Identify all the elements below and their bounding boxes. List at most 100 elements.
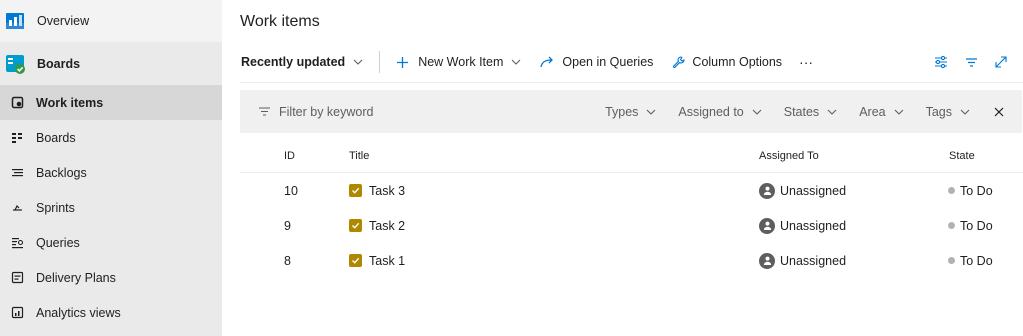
work-item-title-cell: Task 1 [349,243,405,278]
wrench-icon [673,55,685,68]
table-row[interactable]: 8 Task 1 Unassigned To Do [222,243,1023,278]
chevron-down-icon [512,59,521,65]
sidebar-item-label: Delivery Plans [36,270,116,285]
column-header-assigned-to[interactable]: Assigned To [759,150,819,162]
column-options-label: Column Options [692,55,783,69]
sidebar-item-label: Work items [36,95,104,110]
queries-icon [10,236,24,250]
chevron-down-icon [752,109,762,115]
column-header-title[interactable]: Title [349,150,369,162]
view-selector-button[interactable]: Recently updated [241,55,363,69]
close-icon[interactable] [994,107,1004,117]
sidebar-item-sprints[interactable]: Sprints [0,190,222,225]
task-icon [349,254,362,267]
work-item-id: 10 [284,183,298,198]
work-item-id: 9 [284,218,291,233]
overview-icon [6,13,24,29]
filter-bar: Filter by keyword Types Assigned to Stat… [240,90,1022,133]
filter-pill-label: Types [605,104,639,119]
assigned-to-cell: Unassigned [759,173,846,208]
work-item-title-link[interactable]: Task 1 [369,254,405,268]
sidebar-item-delivery-plans[interactable]: Delivery Plans [0,260,222,295]
open-in-queries-label: Open in Queries [562,55,654,69]
sidebar-item-boards[interactable]: Boards [0,120,222,155]
view-options-icon[interactable] [934,55,948,69]
filter-types-dropdown[interactable]: Types [605,105,656,119]
work-items-icon [10,96,24,110]
sidebar-item-work-items[interactable]: Work items [0,85,222,120]
filter-assigned-to-dropdown[interactable]: Assigned to [678,104,762,119]
boards-icon [10,131,24,145]
filter-pill-label: States [783,104,820,119]
sidebar-item-backlogs[interactable]: Backlogs [0,155,222,190]
sidebar: Overview Boards Work items Boards Backlo… [0,0,222,336]
main-content: Work items Recently updated New Work Ite… [222,0,1023,336]
sidebar-item-queries[interactable]: Queries [0,225,222,260]
filter-pill-label: Area [859,104,886,119]
unassigned-avatar-icon [759,252,775,269]
filter-states-dropdown[interactable]: States [784,105,837,119]
assigned-to-label: Unassigned [780,218,847,233]
sidebar-item-label: Backlogs [36,165,87,180]
state-dot-icon [948,187,955,194]
work-item-id: 8 [284,253,291,268]
assigned-to-label: Unassigned [780,183,847,198]
new-work-item-label: New Work Item [418,55,504,69]
sprints-icon [10,201,24,215]
filter-icon [259,107,270,116]
state-cell: To Do [948,173,993,208]
more-actions-button[interactable]: ··· [799,54,813,70]
column-header-id[interactable]: ID [284,150,295,162]
assigned-to-label: Unassigned [780,253,847,268]
new-work-item-button[interactable]: New Work Item [396,55,521,69]
assigned-to-cell: Unassigned [759,208,846,243]
assigned-to-cell: Unassigned [759,243,846,278]
filter-keyword-input[interactable]: Filter by keyword [279,105,373,119]
toolbar: Recently updated New Work Item Open in Q… [222,44,1023,80]
chevron-down-icon [960,109,970,115]
open-in-queries-icon [540,56,554,68]
sidebar-item-label: Sprints [36,200,75,215]
filter-pill-label: Tags [925,104,952,119]
page-title: Work items [240,13,320,30]
chevron-down-icon [894,109,903,115]
work-item-title-link[interactable]: Task 2 [369,219,405,233]
state-dot-icon [948,222,955,229]
filter-icon[interactable] [965,57,978,68]
state-cell: To Do [948,243,993,278]
analytics-views-icon [10,306,24,320]
unassigned-avatar-icon [759,182,775,199]
work-item-title-cell: Task 2 [349,208,405,243]
sidebar-item-analytics-views[interactable]: Analytics views [0,295,222,330]
task-icon [349,184,362,197]
more-actions-label: ··· [799,54,814,70]
table-row[interactable]: 10 Task 3 Unassigned To Do [222,173,1023,208]
chevron-down-icon [353,59,363,65]
column-options-button[interactable]: Column Options [672,55,782,69]
state-label: To Do [960,218,993,233]
expand-icon[interactable] [995,56,1007,68]
state-dot-icon [948,257,955,264]
sidebar-item-boards-hub[interactable]: Boards [0,43,222,85]
open-in-queries-button[interactable]: Open in Queries [540,55,653,69]
filter-area-dropdown[interactable]: Area [859,105,903,119]
unassigned-avatar-icon [759,217,775,234]
task-icon [349,219,362,232]
sidebar-item-label: Queries [36,235,80,250]
state-cell: To Do [948,208,993,243]
work-item-title-cell: Task 3 [349,173,405,208]
sidebar-item-label: Analytics views [36,305,121,320]
state-label: To Do [960,183,993,198]
chevron-down-icon [827,109,837,115]
table-row[interactable]: 9 Task 2 Unassigned To Do [222,208,1023,243]
sidebar-item-label: Overview [37,14,90,28]
chevron-down-icon [647,109,656,115]
plus-icon [397,56,409,68]
sidebar-item-overview[interactable]: Overview [0,0,222,42]
work-item-title-link[interactable]: Task 3 [369,184,405,198]
filter-pill-label: Assigned to [678,104,744,119]
filter-tags-dropdown[interactable]: Tags [926,105,970,119]
table-header: ID Title Assigned To State [222,140,1023,172]
column-header-state[interactable]: State [949,150,975,162]
view-selector-label: Recently updated [241,55,346,69]
